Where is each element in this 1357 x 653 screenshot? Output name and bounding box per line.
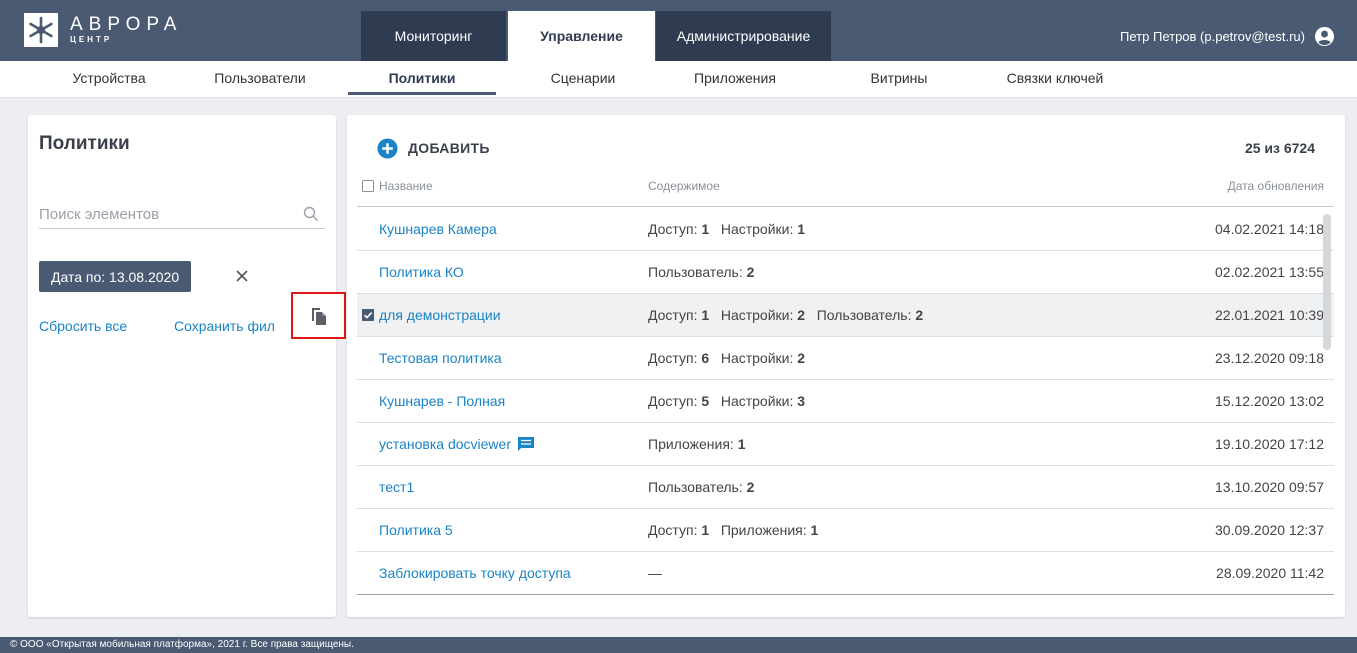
scrollbar[interactable] (1323, 214, 1331, 350)
user-menu[interactable]: Петр Петров (p.petrov@test.ru) (1120, 11, 1335, 61)
policy-content: Доступ: 5 Настройки: 3 (648, 393, 806, 409)
subnav-showcases[interactable]: Витрины (840, 61, 958, 95)
column-updated-date[interactable]: Дата обновления (1228, 179, 1324, 193)
policy-date: 15.12.2020 13:02 (1215, 393, 1324, 409)
search-icon[interactable] (303, 206, 319, 222)
add-circle-icon (377, 137, 398, 159)
table-row[interactable]: Политика 5 Доступ: 1 Приложения: 1 30.09… (357, 509, 1334, 552)
items-count: 25 из 6724 (1244, 140, 1315, 156)
table-row[interactable]: Тестовая политика Доступ: 6 Настройки: 2… (357, 337, 1334, 380)
policy-date: 30.09.2020 12:37 (1215, 522, 1324, 538)
copy-icon (311, 307, 326, 325)
policy-name-link[interactable]: Кушнарев - Полная (379, 393, 505, 409)
table-row[interactable]: установка docviewer Приложения: 1 19.10.… (357, 423, 1334, 466)
search-field (39, 201, 325, 229)
close-icon[interactable] (232, 266, 252, 286)
policies-list-panel: ДОБАВИТЬ 25 из 6724 Название Содержимое … (347, 115, 1345, 617)
policy-content: Пользователь: 2 (648, 264, 755, 280)
logo-title: АВРОРА (70, 13, 183, 35)
subnav-policies[interactable]: Политики (348, 61, 496, 95)
policy-name-link[interactable]: установка docviewer (379, 436, 535, 452)
logo[interactable]: АВРОРА ЦЕНТР (24, 10, 224, 50)
policy-content: Доступ: 1 Приложения: 1 (648, 522, 819, 538)
subnav-devices[interactable]: Устройства (43, 61, 175, 95)
table-row[interactable]: Заблокировать точку доступа — 28.09.2020… (357, 552, 1334, 595)
policy-content: Доступ: 1 Настройки: 1 (648, 221, 806, 237)
checkbox-icon[interactable] (362, 309, 374, 321)
subnav-scenarios[interactable]: Сценарии (521, 61, 645, 95)
top-navigation-bar: АВРОРА ЦЕНТР Мониторинг Управление Админ… (0, 0, 1357, 61)
policy-date: 04.02.2021 14:18 (1215, 221, 1324, 237)
policy-date: 23.12.2020 09:18 (1215, 350, 1324, 366)
panel-title: Политики (39, 133, 130, 154)
add-button-label: ДОБАВИТЬ (408, 140, 490, 156)
policy-date: 19.10.2020 17:12 (1215, 436, 1324, 452)
tab-management[interactable]: Управление (508, 11, 655, 61)
policy-name-link[interactable]: Политика 5 (379, 522, 453, 538)
logo-subtitle: ЦЕНТР (70, 34, 113, 44)
column-name[interactable]: Название (379, 179, 433, 193)
table-row[interactable]: Кушнарев Камера Доступ: 1 Настройки: 1 0… (357, 208, 1334, 251)
table-header: Название Содержимое Дата обновления (357, 175, 1334, 207)
policy-content: Доступ: 6 Настройки: 2 (648, 350, 806, 366)
subnav-applications[interactable]: Приложения (665, 61, 805, 95)
user-name: Петр Петров (p.petrov@test.ru) (1120, 28, 1305, 44)
policy-name-link[interactable]: Заблокировать точку доступа (379, 565, 571, 581)
policy-content: Доступ: 1 Настройки: 2 Пользователь: 2 (648, 307, 924, 323)
table-row[interactable]: для демонстрации Доступ: 1 Настройки: 2 … (357, 294, 1334, 337)
select-all-checkbox[interactable] (362, 180, 374, 192)
table-row[interactable]: Кушнарев - Полная Доступ: 5 Настройки: 3… (357, 380, 1334, 423)
policy-content: — (648, 565, 662, 581)
policy-date: 22.01.2021 10:39 (1215, 307, 1324, 323)
tab-administration[interactable]: Администрирование (656, 11, 831, 61)
reset-all-link[interactable]: Сбросить все (39, 318, 127, 334)
logo-icon (24, 13, 58, 47)
message-icon (517, 437, 534, 451)
policy-content: Приложения: 1 (648, 436, 746, 452)
filter-panel: Политики Дата по: 13.08.2020 Сбросить вс… (28, 115, 346, 617)
add-button[interactable]: ДОБАВИТЬ (377, 136, 490, 160)
policy-date: 28.09.2020 11:42 (1216, 565, 1324, 581)
policy-name-link[interactable]: Тестовая политика (379, 350, 502, 366)
user-account-icon (1314, 26, 1335, 46)
table-row[interactable]: Политика КО Пользователь: 2 02.02.2021 1… (357, 251, 1334, 294)
active-tab-indicator (348, 92, 496, 95)
copy-button[interactable] (291, 292, 346, 339)
sub-navigation: Устройства Пользователи Политики Сценари… (0, 61, 1357, 98)
policy-name-link[interactable]: Политика КО (379, 264, 464, 280)
column-content: Содержимое (648, 179, 720, 193)
policy-content: Пользователь: 2 (648, 479, 755, 495)
save-filter-link[interactable]: Сохранить фил (174, 318, 290, 334)
policy-name-link[interactable]: Кушнарев Камера (379, 221, 497, 237)
subnav-users[interactable]: Пользователи (190, 61, 330, 95)
policy-name-link[interactable]: для демонстрации (379, 307, 501, 323)
table-row[interactable]: тест1 Пользователь: 2 13.10.2020 09:57 (357, 466, 1334, 509)
search-input[interactable] (39, 206, 289, 223)
tab-monitoring[interactable]: Мониторинг (361, 11, 506, 61)
footer: © ООО «Открытая мобильная платформа», 20… (0, 637, 1357, 653)
date-filter-chip: Дата по: 13.08.2020 (39, 261, 192, 292)
policy-date: 02.02.2021 13:55 (1215, 264, 1324, 280)
policy-date: 13.10.2020 09:57 (1215, 479, 1324, 495)
policy-name-link[interactable]: тест1 (379, 479, 414, 495)
subnav-keychains[interactable]: Связки ключей (990, 61, 1120, 95)
